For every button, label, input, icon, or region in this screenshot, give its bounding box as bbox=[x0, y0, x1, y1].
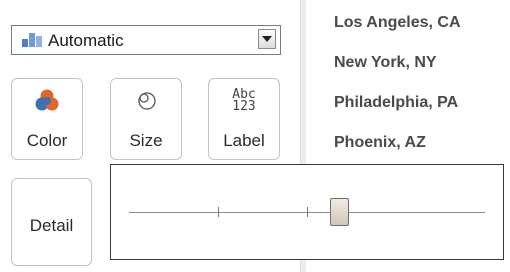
row-header[interactable]: Phoenix, AZ bbox=[334, 134, 426, 152]
detail-button[interactable]: Detail bbox=[11, 178, 92, 266]
color-button-label: Color bbox=[26, 131, 68, 150]
detail-button-label: Detail bbox=[29, 216, 74, 235]
slider-tick bbox=[307, 207, 308, 217]
mark-type-dropdown[interactable]: Automatic bbox=[11, 25, 281, 55]
label-button-label: Label bbox=[223, 131, 265, 150]
bar-chart-icon bbox=[22, 33, 42, 47]
chevron-down-icon bbox=[262, 36, 272, 42]
label-button[interactable]: Abc 123 Label bbox=[208, 78, 280, 160]
row-header[interactable]: Los Angeles, CA bbox=[334, 14, 461, 32]
row-header[interactable]: Philadelphia, PA bbox=[334, 94, 458, 112]
slider-tick bbox=[218, 207, 219, 217]
size-icon bbox=[111, 89, 181, 116]
size-button[interactable]: Size bbox=[110, 78, 182, 160]
mark-type-value: Automatic bbox=[48, 31, 124, 50]
size-button-label: Size bbox=[129, 131, 163, 150]
color-button[interactable]: Color bbox=[11, 78, 83, 160]
row-header[interactable]: New York, NY bbox=[334, 54, 437, 72]
size-slider-popup bbox=[110, 164, 504, 260]
label-abc-icon: Abc 123 bbox=[232, 87, 256, 114]
dropdown-arrow-button[interactable] bbox=[258, 29, 276, 49]
size-slider-thumb[interactable] bbox=[329, 198, 349, 226]
color-palette-icon bbox=[12, 89, 82, 116]
